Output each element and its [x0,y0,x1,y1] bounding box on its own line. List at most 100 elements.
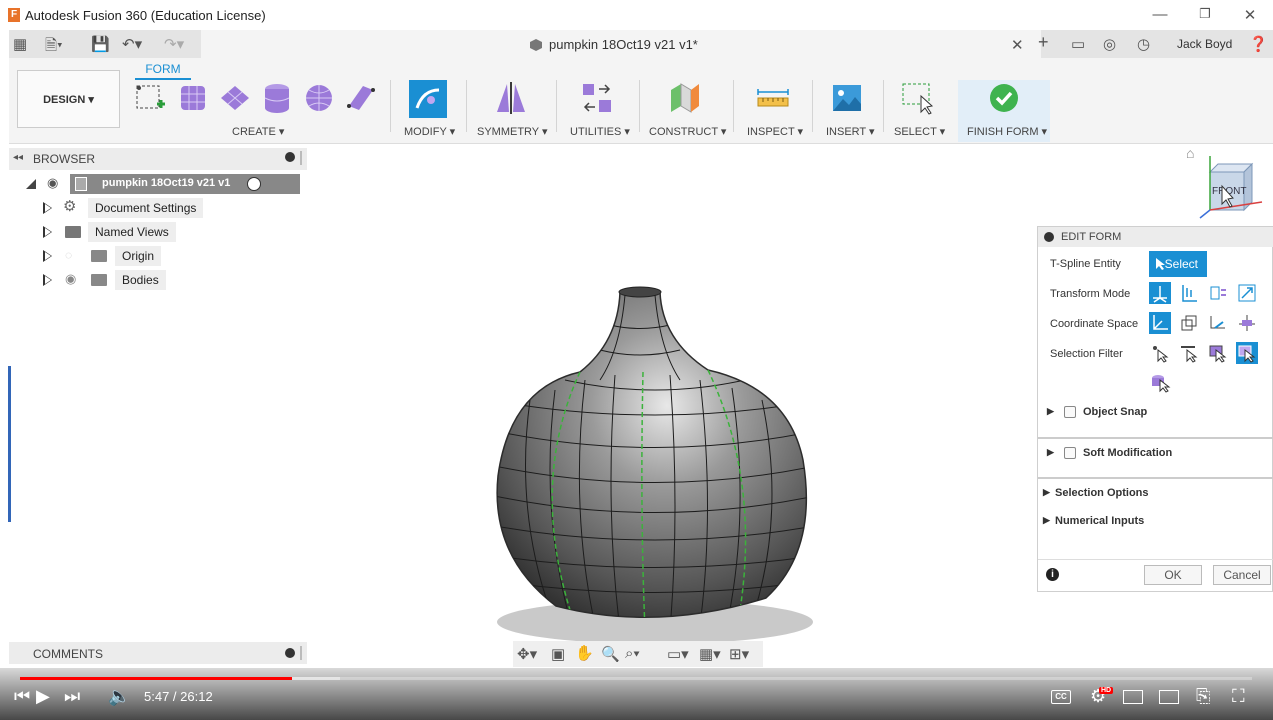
file-menu-icon[interactable]: 🗎▾ [45,35,63,60]
activate-radio-icon[interactable] [247,177,261,191]
inspect-group-label[interactable]: INSPECT ▾ [747,125,803,138]
modify-group-label[interactable]: MODIFY ▾ [404,125,455,138]
tspline-face-icon[interactable] [343,80,379,116]
offset-plane-icon[interactable] [667,80,703,116]
grid-settings-icon[interactable]: ▦▾ [699,645,721,663]
multi-transform-icon[interactable] [1149,282,1171,304]
local-space-icon[interactable] [1207,312,1229,334]
new-tab-icon[interactable]: + [1038,32,1049,53]
expand-arrow-icon[interactable]: ▶ [1047,406,1054,417]
info-icon[interactable]: i [1046,568,1059,581]
selection-options-section[interactable]: ▶ Selection Options [1038,477,1273,507]
scale-mode-icon[interactable] [1236,282,1258,304]
job-status-icon[interactable]: ◎ [1103,35,1116,53]
soft-modification-section[interactable]: ▶ Soft Modification [1038,437,1273,467]
object-snap-checkbox[interactable] [1064,406,1076,418]
mirror-symmetry-icon[interactable] [493,80,529,116]
edit-form-icon[interactable] [409,80,447,118]
create-group-label[interactable]: CREATE ▾ [232,125,284,138]
add-comment-icon[interactable] [285,648,295,658]
finish-check-icon[interactable] [986,80,1022,116]
insert-canvas-icon[interactable] [829,80,865,116]
browser-item-bodies[interactable]: ◉ Bodies [43,270,173,290]
captions-icon[interactable]: CC [1051,690,1071,704]
tspline-sphere-icon[interactable] [301,80,337,116]
vertex-filter-icon[interactable] [1149,342,1171,364]
previous-icon[interactable]: ⏮ [14,686,30,707]
expanded-arrow-icon[interactable] [25,178,37,190]
progress-track[interactable] [20,677,1252,680]
tab-form[interactable]: FORM [135,62,191,80]
expand-arrow-icon[interactable] [43,202,52,214]
miniplayer-icon[interactable] [1123,690,1143,704]
edge-filter-icon[interactable] [1178,342,1200,364]
tspline-box-icon[interactable] [175,80,211,116]
convert-icon[interactable] [579,80,615,116]
cast-icon[interactable]: ⎘ [1196,686,1210,707]
window-select-icon[interactable] [899,80,935,116]
fullscreen-icon[interactable]: ⛶ [1232,686,1245,707]
tspline-vase-model[interactable] [470,280,840,650]
object-snap-section[interactable]: ▶ Object Snap [1038,399,1273,429]
grid-menu-icon[interactable]: ▦ [13,35,27,53]
display-settings-icon[interactable]: ▭▾ [667,645,689,663]
browser-item-origin[interactable]: ◌ Origin [43,246,173,266]
home-view-icon[interactable]: ⌂ [1186,145,1194,161]
orbit-icon[interactable]: ✥▾ [517,645,537,663]
theater-mode-icon[interactable] [1159,690,1179,704]
normal-space-icon[interactable] [1236,312,1258,334]
viewcube-graphic[interactable]: FRONT [1196,150,1268,222]
visibility-eye-icon[interactable]: ◉ [65,271,76,287]
face-filter-icon[interactable] [1207,342,1229,364]
panel-grip-icon[interactable] [300,646,302,660]
symmetry-group-label[interactable]: SYMMETRY ▾ [477,125,548,138]
next-icon[interactable]: ⏭ [64,686,80,707]
browser-item-document-settings[interactable]: ⚙ Document Settings [43,198,204,218]
create-box-form-icon[interactable] [133,80,169,116]
collapse-browser-icon[interactable]: ◂◂ [13,152,23,163]
restore-icon[interactable]: ❐ [1195,6,1215,22]
user-name[interactable]: Jack Boyd [1177,37,1232,51]
notifications-icon[interactable]: ▭ [1071,35,1085,53]
hidden-eye-icon[interactable]: ◌ [65,248,72,262]
ok-button[interactable]: OK [1144,565,1202,585]
visibility-eye-icon[interactable]: ◉ [47,175,58,191]
soft-modification-checkbox[interactable] [1064,447,1076,459]
rotate-mode-icon[interactable] [1207,282,1229,304]
numerical-inputs-section[interactable]: ▶ Numerical Inputs [1038,510,1273,540]
insert-group-label[interactable]: INSERT ▾ [826,125,875,138]
browser-item-named-views[interactable]: Named Views [43,222,183,242]
history-icon[interactable]: ◷ [1137,35,1150,53]
fit-icon[interactable]: ⌕▾ [625,645,640,662]
expand-arrow-icon[interactable] [43,250,52,262]
expand-arrow-icon[interactable]: ▶ [1047,447,1054,458]
look-at-icon[interactable]: ▣ [551,645,565,663]
cancel-button[interactable]: Cancel [1213,565,1271,585]
body-filter-icon[interactable] [1149,371,1171,393]
close-tab-icon[interactable]: ✕ [1011,36,1024,54]
minimize-icon[interactable]: — [1150,6,1170,23]
expand-arrow-icon[interactable] [43,274,52,286]
utilities-group-label[interactable]: UTILITIES ▾ [570,125,630,138]
browser-root-row[interactable]: ◉ pumpkin 18Oct19 v21 v1 [25,174,300,194]
all-filter-icon[interactable] [1236,342,1258,364]
expand-arrow-icon[interactable] [43,226,52,238]
play-icon[interactable]: ▶ [36,686,50,707]
view-space-icon[interactable] [1149,312,1171,334]
construct-group-label[interactable]: CONSTRUCT ▾ [649,125,726,138]
select-group-label[interactable]: SELECT ▾ [894,125,945,138]
zoom-icon[interactable]: 🔍 [601,645,620,663]
volume-icon[interactable]: 🔈 [108,686,130,707]
collapse-dialog-icon[interactable] [1044,232,1054,242]
measure-icon[interactable] [755,80,791,116]
panel-grip-icon[interactable] [300,151,302,165]
pin-icon[interactable] [285,152,295,162]
tspline-plane-icon[interactable] [217,80,253,116]
save-icon[interactable]: 💾 [91,35,110,53]
world-space-icon[interactable] [1178,312,1200,334]
expand-arrow-icon[interactable]: ▶ [1043,515,1050,526]
redo-icon[interactable]: ↷▾ [164,35,184,53]
translate-mode-icon[interactable] [1178,282,1200,304]
expand-arrow-icon[interactable]: ▶ [1043,487,1050,498]
viewports-icon[interactable]: ⊞▾ [729,645,749,663]
